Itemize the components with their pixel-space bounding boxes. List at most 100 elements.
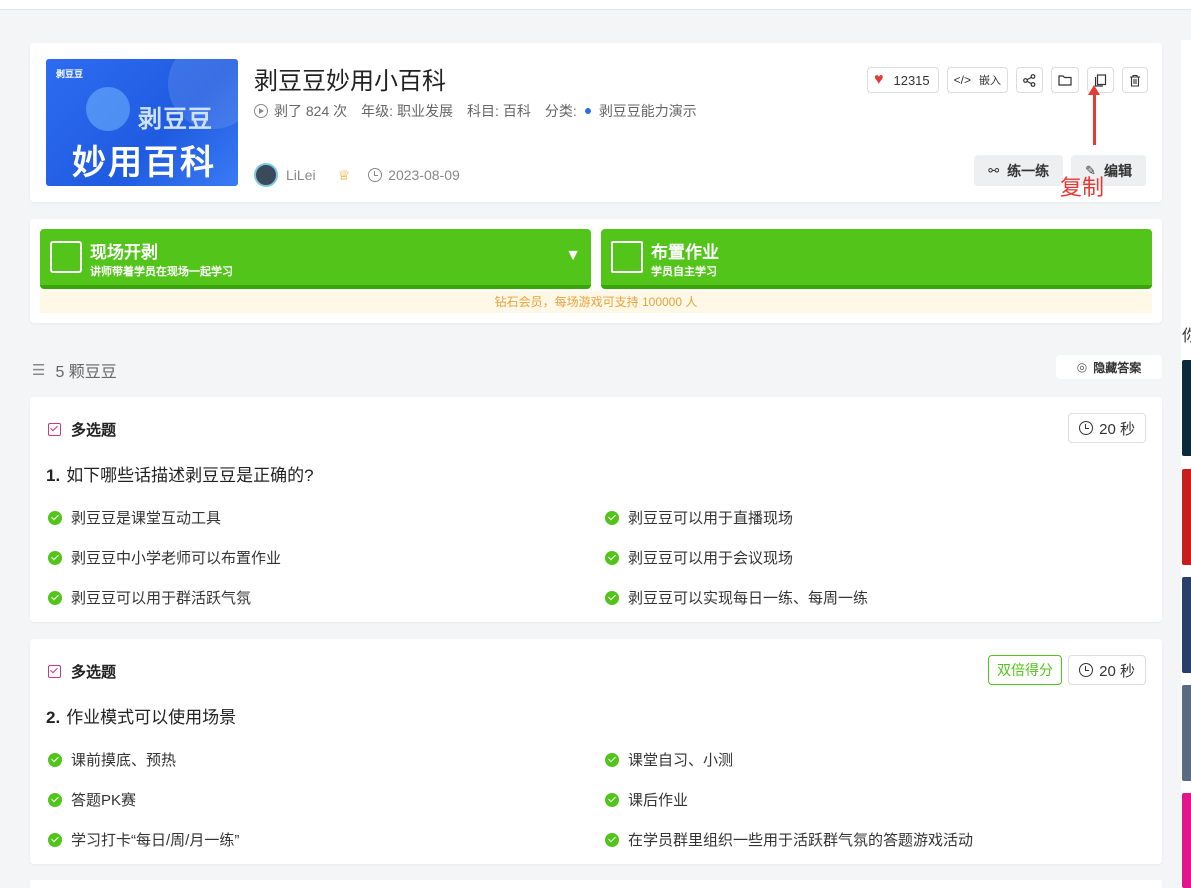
clock-icon (1079, 663, 1094, 677)
option-item: 学习打卡“每日/周/月一练” (48, 829, 239, 850)
option-text: 课后作业 (628, 792, 689, 809)
embed-label: 嵌入 (979, 75, 1001, 87)
double-score-badge: 双倍得分 (988, 655, 1062, 685)
option-text: 剥豆豆中小学老师可以布置作业 (71, 550, 282, 567)
author-name[interactable]: LiLei (286, 167, 316, 183)
option-item: 答题PK赛 (48, 789, 136, 810)
question-card: 多选题 双倍得分 20 秒 2. 作业模式可以使用场景 课前摸底、预热 课堂自习、… (30, 639, 1162, 864)
hide-answers-button[interactable]: ◎ 隐藏答案 (1056, 355, 1162, 379)
annotation-arrow (1088, 85, 1100, 145)
cover-line2: 妙用百科 (72, 144, 216, 182)
option-item: 课堂自习、小测 (605, 749, 733, 770)
option-item: 剥豆豆中小学老师可以布置作业 (48, 547, 281, 568)
option-text: 在学员群里组织一些用于活跃群气氛的答题游戏活动 (628, 832, 974, 849)
bulb-icon (86, 87, 130, 131)
question-number: 1. (46, 466, 61, 485)
classroom-icon (50, 241, 82, 273)
option-item: 课前摸底、预热 (48, 749, 176, 770)
check-icon (605, 510, 619, 525)
option-item: 剥豆豆可以用于会议现场 (605, 547, 793, 568)
embed-button[interactable]: </> 嵌入 (946, 67, 1008, 93)
category-label: 分类: (544, 103, 577, 119)
timer-value: 20 秒 (1099, 420, 1135, 438)
question-type-label: 多选题 (71, 422, 117, 439)
eye-off-icon: ◎ (1076, 360, 1088, 374)
next-question-card (30, 880, 1162, 888)
check-icon (605, 550, 619, 565)
practice-button[interactable]: ⚯ 练一练 (974, 155, 1064, 186)
play-count: 剥了 824 次 (274, 103, 348, 119)
question-text: 1. 如下哪些话描述剥豆豆是正确的? (46, 461, 314, 486)
sidebar-thumbnail[interactable] (1182, 793, 1191, 888)
live-play-button[interactable]: 现场开剥 讲师带着学员在现场一起学习 ▼ (40, 229, 591, 289)
check-icon (605, 752, 619, 767)
clock-icon (1079, 421, 1094, 435)
heart-icon: ♥ (873, 71, 884, 88)
sidebar-thumbnail[interactable] (1182, 685, 1191, 781)
check-icon (48, 792, 62, 807)
live-title: 现场开剥 (90, 243, 158, 262)
option-text: 剥豆豆可以实现每日一练、每周一练 (628, 590, 869, 607)
dropdown-icon[interactable]: ▼ (565, 247, 581, 265)
option-text: 学习打卡“每日/周/月一练” (71, 832, 240, 849)
option-text: 剥豆豆可以用于会议现场 (628, 550, 794, 567)
question-type: 多选题 (48, 661, 116, 682)
trash-icon (1130, 74, 1140, 87)
author-row: LiLei ♕ 2023-08-09 (254, 163, 460, 187)
question-number: 2. (46, 708, 61, 727)
edit-label: 编辑 (1104, 162, 1132, 179)
question-title: 作业模式可以使用场景 (66, 708, 237, 727)
share-icon (1023, 73, 1036, 87)
delete-button[interactable] (1122, 67, 1148, 93)
practice-label: 练一练 (1007, 162, 1050, 179)
category-value[interactable]: 剥豆豆能力演示 (599, 101, 697, 121)
sidebar-thumbnail[interactable] (1182, 469, 1191, 565)
courseware-header: 剥豆豆 剥豆豆 妙用百科 剥豆豆妙用小百科 剥了 824 次 年级: 职业发展 … (30, 43, 1162, 202)
cover-line1: 剥豆豆 (138, 106, 213, 133)
check-icon (48, 752, 62, 767)
crown-icon: ♕ (337, 166, 351, 183)
option-item: 剥豆豆可以用于直播现场 (605, 507, 793, 528)
option-text: 剥豆豆是课堂互动工具 (71, 510, 222, 527)
folder-button[interactable] (1051, 67, 1079, 93)
clock-icon (368, 168, 383, 182)
homework-title: 布置作业 (651, 243, 719, 262)
timer-value: 20 秒 (1099, 662, 1135, 680)
sidebar-thumbnail[interactable] (1182, 360, 1191, 456)
subject-label: 科目: (467, 103, 499, 119)
check-icon (605, 792, 619, 807)
annotation-text: 复制 (1060, 175, 1105, 200)
subject-value: 百科 (502, 103, 531, 119)
option-item: 在学员群里组织一些用于活跃群气氛的答题游戏活动 (605, 829, 973, 850)
grade-label: 年级: (361, 103, 394, 119)
option-text: 答题PK赛 (71, 792, 137, 809)
check-icon (605, 832, 619, 847)
option-text: 课堂自习、小测 (628, 752, 734, 769)
check-icon (48, 550, 62, 565)
meta-row: 剥了 824 次 年级: 职业发展 科目: 百科 分类: 剥豆豆能力演示 (254, 101, 701, 121)
check-icon (48, 832, 62, 847)
question-type: 多选题 (48, 419, 116, 440)
live-subtitle: 讲师带着学员在现场一起学习 (90, 266, 233, 278)
share-button[interactable] (1016, 67, 1043, 93)
avatar[interactable] (254, 163, 278, 187)
question-type-label: 多选题 (71, 664, 117, 681)
sidebar-thumbnail[interactable] (1182, 577, 1191, 673)
homework-button[interactable]: 布置作业 学员自主学习 (601, 229, 1152, 289)
checkbox-icon (48, 665, 61, 678)
timer-badge: 20 秒 (1068, 655, 1146, 685)
cover-brand: 剥豆豆 (56, 69, 84, 79)
homework-subtitle: 学员自主学习 (651, 266, 717, 278)
hide-answers-label: 隐藏答案 (1093, 360, 1142, 375)
option-item: 剥豆豆可以实现每日一练、每周一练 (605, 587, 868, 608)
timer-badge: 20 秒 (1068, 413, 1146, 443)
question-list-header: ☰ 5 颗豆豆 (32, 358, 117, 382)
like-button[interactable]: ♥ 12315 (866, 67, 939, 93)
check-icon (48, 590, 62, 605)
question-text: 2. 作业模式可以使用场景 (46, 703, 236, 728)
member-notice: 钻石会员，每场游戏可支持 100000 人 (40, 291, 1152, 313)
cover-image: 剥豆豆 剥豆豆 妙用百科 (46, 59, 238, 186)
question-card: 多选题 20 秒 1. 如下哪些话描述剥豆豆是正确的? 剥豆豆是课堂互动工具 剥豆… (30, 397, 1162, 622)
question-count: 5 颗豆豆 (55, 364, 117, 381)
check-icon (48, 510, 62, 525)
